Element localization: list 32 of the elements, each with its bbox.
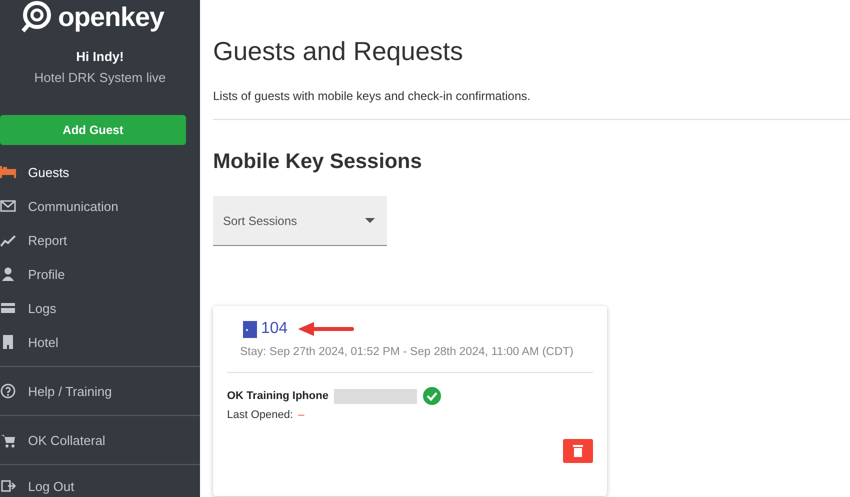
hotel-name: Hotel DRK System live bbox=[33, 70, 167, 85]
nav-item[interactable]: Guests bbox=[0, 155, 200, 189]
nav-item[interactable]: Logs bbox=[0, 291, 200, 325]
person-icon bbox=[0, 266, 16, 282]
last-opened-value: – bbox=[298, 409, 304, 421]
nav-item[interactable]: OK Collateral bbox=[0, 423, 200, 465]
cart-icon bbox=[0, 432, 16, 448]
trash-icon bbox=[573, 445, 583, 457]
envelope-icon bbox=[0, 198, 16, 214]
help-icon bbox=[0, 383, 16, 399]
nav-item[interactable]: Report bbox=[0, 223, 200, 257]
logout-icon bbox=[0, 478, 16, 494]
nav-item[interactable]: Communication bbox=[0, 189, 200, 223]
nav-item[interactable]: Log Out bbox=[0, 472, 200, 494]
logo-text: openkey bbox=[58, 4, 164, 30]
last-opened-label: Last Opened: bbox=[227, 409, 294, 421]
room-link[interactable]: 104 bbox=[261, 320, 288, 338]
arrow-icon bbox=[298, 322, 354, 336]
stay-dates: Stay: Sep 27th 2024, 01:52 PM - Sep 28th 2024, 11:00 AM (CDT) bbox=[240, 346, 574, 358]
caret-icon bbox=[365, 218, 375, 224]
sort-sessions-dropdown[interactable]: Sort Sessions bbox=[213, 196, 387, 246]
bed-icon bbox=[0, 164, 16, 180]
door-icon bbox=[243, 320, 257, 338]
nav-item[interactable]: Hotel bbox=[0, 325, 200, 367]
page-subtitle: Lists of guests with mobile keys and check-in confirmations. bbox=[213, 89, 532, 103]
nav-item[interactable]: Help / Training bbox=[0, 374, 200, 416]
page-title: Guests and Requests bbox=[213, 36, 464, 67]
device-name: OK Training Iphone bbox=[227, 390, 328, 402]
delete-button[interactable] bbox=[563, 439, 593, 463]
nav-item[interactable]: Profile bbox=[0, 257, 200, 291]
section-title: Mobile Key Sessions bbox=[213, 150, 423, 174]
greeting: Hi Indy! bbox=[75, 49, 125, 64]
